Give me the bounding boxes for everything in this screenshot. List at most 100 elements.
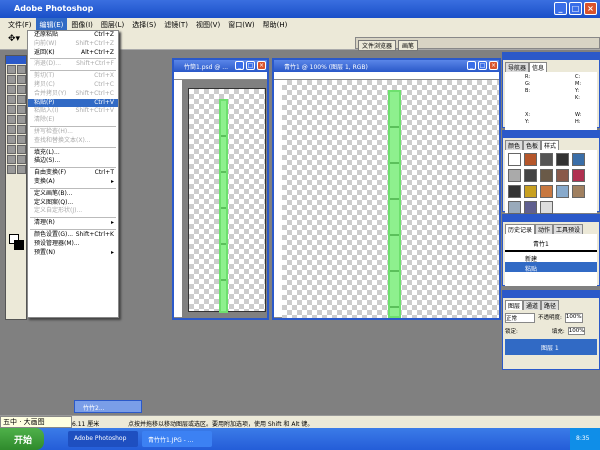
tab-navigator[interactable]: 导航器	[505, 62, 530, 72]
menu-item[interactable]: 清除(E)	[28, 116, 118, 125]
canvas[interactable]	[188, 88, 266, 313]
opacity-input[interactable]: 100%	[564, 313, 583, 323]
menu-item[interactable]: 查找和替换文本(X)...	[28, 137, 118, 146]
tab-brushes[interactable]: 画笔	[398, 40, 419, 51]
menu-item[interactable]: 定义画笔(B)...	[28, 190, 118, 199]
style-swatch[interactable]	[539, 200, 553, 214]
menu-filter[interactable]: 滤镜(T)	[160, 18, 192, 30]
style-swatch[interactable]	[555, 184, 569, 198]
tool-icon[interactable]	[7, 85, 16, 94]
blend-mode-select[interactable]: 正常	[505, 313, 535, 323]
tool-icon[interactable]	[17, 65, 26, 74]
tool-icon[interactable]	[7, 105, 16, 114]
tool-icon[interactable]	[17, 85, 26, 94]
tab-info[interactable]: 信息	[529, 62, 548, 72]
minimize-button[interactable]: _	[554, 2, 567, 15]
tool-icon[interactable]	[7, 95, 16, 104]
close-button[interactable]: ×	[257, 61, 266, 70]
menu-item[interactable]: 剪切(T) Ctrl+X	[28, 72, 118, 81]
tab-layers[interactable]: 图层	[505, 300, 524, 310]
taskbar-item-photoshop[interactable]: Adobe Photoshop	[68, 431, 138, 447]
menu-edit[interactable]: 编辑(E)	[35, 18, 68, 30]
menu-item[interactable]: 返回(K) Alt+Ctrl+Z	[28, 49, 118, 58]
maximize-button[interactable]: □	[478, 61, 487, 70]
menu-item[interactable]: 拼写检查(H)...	[28, 128, 118, 137]
style-swatch[interactable]	[555, 152, 569, 166]
style-swatch[interactable]	[507, 168, 521, 182]
style-swatch[interactable]	[539, 184, 553, 198]
style-swatch[interactable]	[539, 168, 553, 182]
style-swatch[interactable]	[571, 168, 585, 182]
tool-icon[interactable]	[17, 135, 26, 144]
layer-row[interactable]: 图层 1	[505, 339, 597, 355]
canvas[interactable]	[282, 80, 499, 318]
menu-item[interactable]: 向前(W) Shift+Ctrl+Z	[28, 40, 118, 49]
style-swatch[interactable]	[539, 152, 553, 166]
close-button[interactable]: ×	[489, 61, 498, 70]
tool-icon[interactable]	[7, 165, 16, 174]
menu-item[interactable]: 预设管理器(M)...	[28, 240, 118, 249]
menu-item[interactable]: 合并拷贝(Y) Shift+Ctrl+C	[28, 90, 118, 99]
menu-help[interactable]: 帮助(H)	[259, 18, 292, 30]
tab-color[interactable]: 颜色	[505, 140, 524, 150]
menu-image[interactable]: 图像(I)	[67, 18, 97, 30]
tab-actions[interactable]: 动作	[535, 224, 554, 234]
maximize-button[interactable]: □	[246, 61, 255, 70]
menu-file[interactable]: 文件(F)	[4, 18, 36, 30]
background-color[interactable]	[14, 240, 24, 250]
history-item-selected[interactable]: 粘贴	[505, 262, 597, 273]
style-swatch[interactable]	[507, 200, 521, 214]
minimize-button[interactable]: _	[467, 61, 476, 70]
document-title-bar[interactable]: 青竹1 @ 100% (图层 1, RGB) _ □ ×	[274, 60, 499, 72]
tool-icon[interactable]	[17, 115, 26, 124]
menu-item[interactable]: 定义自定形状(J)...	[28, 207, 118, 216]
menu-item[interactable]: 粘贴入(I) Shift+Ctrl+V	[28, 107, 118, 116]
tab-file-browser[interactable]: 文件浏览器	[358, 40, 397, 51]
menu-layer[interactable]: 图层(L)	[97, 18, 128, 30]
tab-channels[interactable]: 通道	[523, 300, 542, 310]
tool-icon[interactable]	[17, 125, 26, 134]
document-window-right[interactable]: 青竹1 @ 100% (图层 1, RGB) _ □ ×	[272, 58, 501, 320]
tool-icon[interactable]	[7, 75, 16, 84]
tool-icon[interactable]	[7, 65, 16, 74]
minimized-document[interactable]: 竹竹2...	[74, 400, 142, 413]
move-tool-icon[interactable]: ✥▾	[8, 34, 20, 44]
tab-swatches[interactable]: 色板	[523, 140, 542, 150]
tab-paths[interactable]: 路径	[541, 300, 560, 310]
menu-item[interactable]: 预置(N) ▸	[28, 249, 118, 258]
style-swatch[interactable]	[523, 184, 537, 198]
menu-item[interactable]: 清理(R) ▸	[28, 219, 118, 228]
menu-item[interactable]: 拷贝(C) Ctrl+C	[28, 81, 118, 90]
tab-tool-presets[interactable]: 工具预设	[553, 224, 584, 234]
style-swatch[interactable]	[523, 152, 537, 166]
fill-input[interactable]: 100%	[567, 327, 586, 335]
tool-icon[interactable]	[17, 105, 26, 114]
minimize-button[interactable]: _	[235, 61, 244, 70]
tool-icon[interactable]	[17, 145, 26, 154]
tab-history[interactable]: 历史记录	[505, 224, 536, 234]
style-swatch[interactable]	[555, 168, 569, 182]
menu-select[interactable]: 选择(S)	[128, 18, 160, 30]
style-swatch[interactable]	[523, 200, 537, 214]
tool-icon[interactable]	[17, 155, 26, 164]
style-swatch[interactable]	[571, 184, 585, 198]
menu-window[interactable]: 窗口(W)	[224, 18, 258, 30]
document-title-bar[interactable]: 竹筒1.psd @ ... _ □ ×	[174, 60, 267, 72]
style-swatch[interactable]	[507, 184, 521, 198]
tool-icon[interactable]	[7, 155, 16, 164]
menu-item[interactable]: 描边(S)...	[28, 157, 118, 166]
maximize-button[interactable]: □	[569, 2, 582, 15]
history-item[interactable]: 新建	[505, 252, 597, 263]
style-swatch[interactable]	[507, 152, 521, 166]
style-swatch[interactable]	[571, 152, 585, 166]
tool-icon[interactable]	[17, 165, 26, 174]
tool-icon[interactable]	[7, 145, 16, 154]
history-snapshot[interactable]: 青竹1	[505, 234, 597, 252]
menu-item[interactable]: 消退(D)... Shift+Ctrl+F	[28, 60, 118, 69]
tool-icon[interactable]	[7, 115, 16, 124]
menu-item[interactable]: 自由变换(F) Ctrl+T	[28, 169, 118, 178]
menu-item[interactable]: 颜色设置(G)... Shift+Ctrl+K	[28, 231, 118, 240]
style-swatch[interactable]	[523, 168, 537, 182]
document-window-left[interactable]: 竹筒1.psd @ ... _ □ ×	[172, 58, 269, 320]
menu-item[interactable]: 变换(A) ▸	[28, 178, 118, 187]
